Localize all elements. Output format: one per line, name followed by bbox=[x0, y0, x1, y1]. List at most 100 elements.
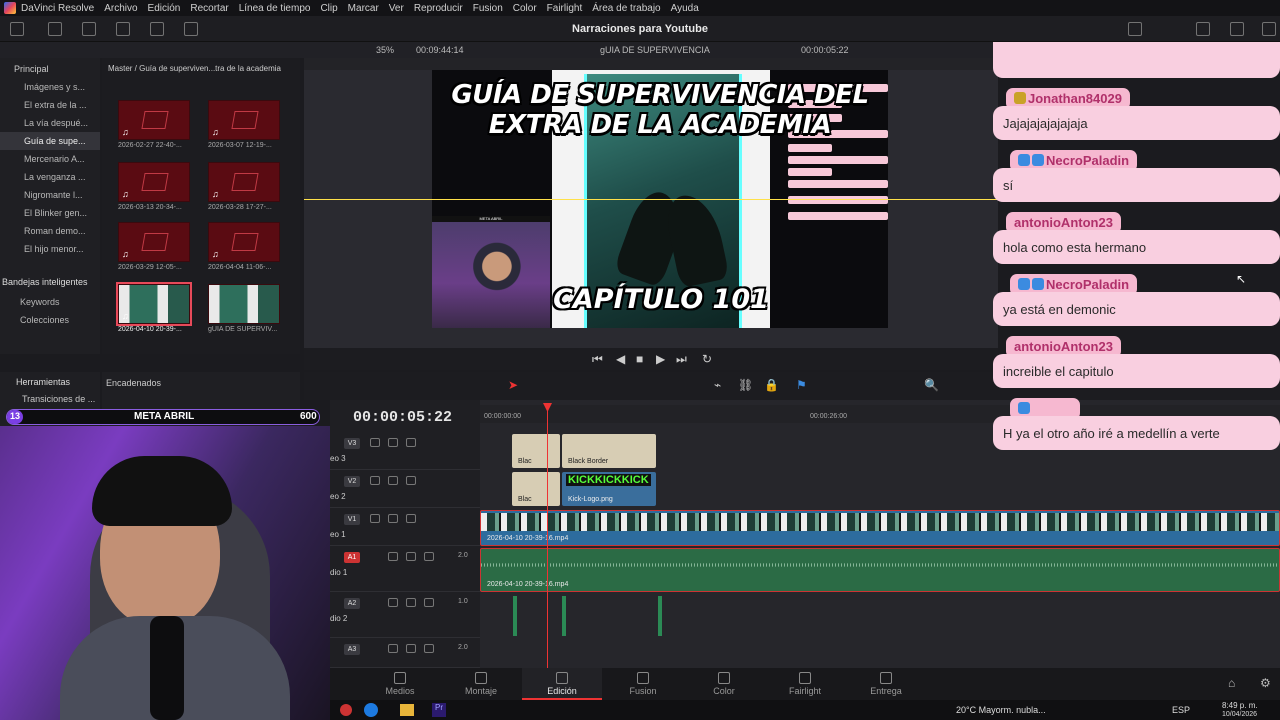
media-clip[interactable]: ♫ bbox=[208, 162, 280, 202]
playhead[interactable] bbox=[547, 404, 548, 668]
menu-clip[interactable]: Clip bbox=[315, 3, 342, 14]
page-color[interactable]: Color bbox=[684, 668, 764, 700]
inspector-icon[interactable] bbox=[1196, 22, 1210, 36]
clock-time[interactable]: 8:49 p. m. bbox=[1222, 701, 1258, 710]
video-toggle-icon[interactable] bbox=[406, 514, 416, 523]
bin-item[interactable]: La vía despué... bbox=[0, 114, 100, 132]
menu-recortar[interactable]: Recortar bbox=[185, 3, 233, 14]
timeline-clip-v3[interactable]: Black Border bbox=[562, 434, 656, 468]
zoom-level[interactable]: 35% bbox=[376, 45, 394, 55]
bin-item[interactable]: Nigromante l... bbox=[0, 186, 100, 204]
timeline-clip-a2[interactable] bbox=[513, 596, 517, 636]
lock-icon[interactable]: 🔒 bbox=[764, 378, 779, 392]
bin-root[interactable]: Principal bbox=[0, 60, 100, 78]
track-id[interactable]: A2 bbox=[344, 598, 360, 609]
snapping-icon[interactable]: ⌁ bbox=[714, 378, 721, 392]
page-fusion[interactable]: Fusion bbox=[603, 668, 683, 700]
stop-icon[interactable]: ■ bbox=[636, 352, 643, 366]
solo-icon[interactable] bbox=[406, 552, 416, 561]
lock-track-icon[interactable] bbox=[370, 476, 380, 485]
video-toggle-icon[interactable] bbox=[406, 438, 416, 447]
menu-ayuda[interactable]: Ayuda bbox=[666, 3, 704, 14]
clock-date[interactable]: 10/04/2026 bbox=[1222, 711, 1257, 718]
app-name[interactable]: DaVinci Resolve bbox=[16, 3, 99, 14]
zoom-icon[interactable]: 🔍 bbox=[924, 378, 939, 392]
timeline-clip-v3[interactable]: Blac bbox=[512, 434, 560, 468]
solo-icon[interactable] bbox=[406, 598, 416, 607]
list-icon[interactable] bbox=[116, 22, 130, 36]
video-toggle-icon[interactable] bbox=[406, 476, 416, 485]
page-edit[interactable]: Edición bbox=[522, 668, 602, 700]
menu-fusion[interactable]: Fusion bbox=[468, 3, 508, 14]
smart-bin-keywords[interactable]: Keywords bbox=[0, 293, 100, 311]
page-cut[interactable]: Montaje bbox=[441, 668, 521, 700]
bin-item-selected[interactable]: Guía de supe... bbox=[0, 132, 100, 150]
smart-bins-header[interactable]: Bandejas inteligentes bbox=[0, 273, 100, 291]
track-id[interactable]: V1 bbox=[344, 514, 360, 525]
bin-item[interactable]: El extra de la ... bbox=[0, 96, 100, 114]
flag-icon[interactable]: ⚑ bbox=[796, 378, 807, 392]
menu-ver[interactable]: Ver bbox=[384, 3, 409, 14]
menu-marcar[interactable]: Marcar bbox=[343, 3, 384, 14]
timeline-dropdown[interactable]: gUIA DE SUPERVIVENCIA bbox=[600, 45, 710, 55]
track-id[interactable]: A1 bbox=[344, 552, 360, 563]
sound-library-icon[interactable] bbox=[150, 22, 164, 36]
link-icon[interactable]: ⛓ bbox=[738, 378, 753, 392]
weather[interactable]: 20°C Mayorm. nubla... bbox=[956, 705, 1046, 715]
timeline-clip-a2[interactable] bbox=[658, 596, 662, 636]
menu-reproducir[interactable]: Reproducir bbox=[409, 3, 468, 14]
bin-item[interactable]: El Blinker gen... bbox=[0, 204, 100, 222]
effects-icon[interactable] bbox=[48, 22, 62, 36]
input-language[interactable]: ESP bbox=[1172, 705, 1190, 715]
media-clip[interactable]: ♫ bbox=[118, 100, 190, 140]
home-icon[interactable]: ⌂ bbox=[1228, 676, 1235, 690]
play-icon[interactable]: ▶ bbox=[656, 352, 665, 366]
auto-select-icon[interactable] bbox=[388, 598, 398, 607]
menu-area-de-trabajo[interactable]: Área de trabajo bbox=[587, 3, 665, 14]
menu-color[interactable]: Color bbox=[508, 3, 542, 14]
auto-select-icon[interactable] bbox=[388, 552, 398, 561]
edge-icon[interactable] bbox=[364, 703, 378, 717]
page-deliver[interactable]: Entrega bbox=[846, 668, 926, 700]
mute-icon[interactable] bbox=[424, 552, 434, 561]
timeline-clip-thumb[interactable] bbox=[208, 284, 280, 324]
media-pool-icon[interactable] bbox=[10, 22, 24, 36]
solo-icon[interactable] bbox=[406, 644, 416, 653]
obs-icon[interactable] bbox=[340, 704, 352, 716]
menu-edicion[interactable]: Edición bbox=[143, 3, 186, 14]
page-media[interactable]: Medios bbox=[360, 668, 440, 700]
page-fairlight[interactable]: Fairlight bbox=[765, 668, 845, 700]
lock-track-icon[interactable] bbox=[370, 438, 380, 447]
bin-item[interactable]: El hijo menor... bbox=[0, 240, 100, 258]
smart-bin-collections[interactable]: Colecciones bbox=[0, 311, 100, 329]
skip-end-icon[interactable]: ⏭ bbox=[676, 352, 687, 367]
folder-icon[interactable] bbox=[400, 704, 414, 716]
timeline-clip-a1[interactable]: 2026-04-10 20-39-16.mp4 bbox=[480, 548, 1280, 592]
skip-start-icon[interactable]: ⏮ bbox=[592, 352, 603, 367]
track-id[interactable]: V3 bbox=[344, 438, 360, 449]
bin-item[interactable]: La venganza ... bbox=[0, 168, 100, 186]
media-clip[interactable]: ♫ bbox=[208, 100, 280, 140]
help-icon[interactable] bbox=[1262, 22, 1276, 36]
metadata-icon[interactable] bbox=[184, 22, 198, 36]
timeline-clip-v2[interactable]: Blac bbox=[512, 472, 560, 506]
effects-item[interactable]: Transiciones de ... bbox=[22, 394, 95, 404]
mixer-icon[interactable] bbox=[1128, 22, 1142, 36]
timeline-clip-a2[interactable] bbox=[562, 596, 566, 636]
mute-icon[interactable] bbox=[424, 644, 434, 653]
play-reverse-icon[interactable]: ◀ bbox=[616, 352, 625, 366]
media-clip[interactable]: ♫ bbox=[118, 222, 190, 262]
premiere-icon[interactable]: Pr bbox=[432, 703, 446, 717]
menu-archivo[interactable]: Archivo bbox=[99, 3, 142, 14]
auto-select-icon[interactable] bbox=[388, 644, 398, 653]
menu-fairlight[interactable]: Fairlight bbox=[542, 3, 588, 14]
track-id[interactable]: V2 bbox=[344, 476, 360, 487]
auto-select-icon[interactable] bbox=[388, 514, 398, 523]
track-id[interactable]: A3 bbox=[344, 644, 360, 655]
bin-item[interactable]: Roman demo... bbox=[0, 222, 100, 240]
loop-icon[interactable]: ↻ bbox=[702, 352, 712, 366]
media-clip-selected[interactable]: ♫ bbox=[116, 282, 192, 326]
timeline-clip-v2-logo[interactable]: KICKKICKKICK Kick-Logo.png bbox=[562, 472, 656, 506]
effects-title[interactable]: Herramientas bbox=[16, 377, 70, 387]
lock-track-icon[interactable] bbox=[370, 514, 380, 523]
